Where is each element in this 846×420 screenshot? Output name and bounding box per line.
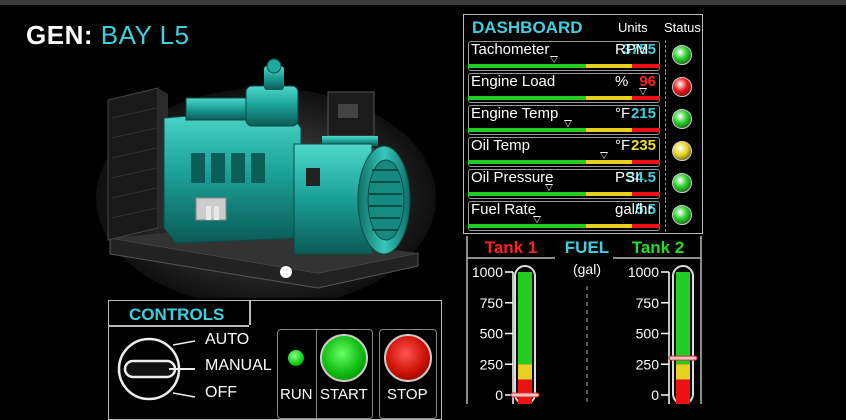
fuel-title: FUEL bbox=[565, 238, 609, 257]
row-range-bar bbox=[468, 64, 660, 68]
controls-panel: CONTROLS AUTO MANUAL OFF RUN START STOP bbox=[108, 300, 442, 420]
stop-group: STOP bbox=[379, 329, 437, 419]
tank1-band-green bbox=[518, 272, 532, 365]
row-name: Oil Pressure bbox=[471, 169, 554, 186]
row-separator bbox=[665, 104, 666, 136]
units-header: Units bbox=[618, 20, 648, 35]
tank1-tick-label: 1000 bbox=[472, 264, 503, 280]
run-start-group: RUN START bbox=[277, 329, 373, 419]
tank1-level-marker bbox=[510, 392, 540, 398]
row-range-bar bbox=[468, 96, 660, 100]
fuel-unit: (gal) bbox=[573, 261, 601, 277]
tank1-tick-label: 250 bbox=[480, 356, 504, 372]
tank2-level-marker bbox=[668, 355, 698, 361]
status-indicator-icon bbox=[672, 141, 692, 161]
row-pointer bbox=[639, 88, 647, 95]
row-name: Engine Temp bbox=[471, 105, 559, 122]
row-separator bbox=[665, 136, 666, 168]
row-range-bar bbox=[468, 192, 660, 196]
mode-selector-knob[interactable] bbox=[113, 329, 203, 409]
row-pointer bbox=[533, 216, 541, 223]
tank2-tick-label: 750 bbox=[636, 295, 660, 311]
start-button[interactable] bbox=[320, 334, 368, 382]
dashboard-row-fuel-rate: Fuel Rate 5.5 gal/hr bbox=[464, 200, 704, 232]
row-range-bar bbox=[468, 224, 660, 228]
status-indicator-icon bbox=[672, 205, 692, 225]
row-unit: gal/hr bbox=[615, 201, 653, 218]
gen-name: BAY L5 bbox=[100, 20, 190, 50]
generator-image bbox=[96, 58, 436, 298]
row-pointer bbox=[545, 184, 553, 191]
row-range-bar bbox=[468, 160, 660, 164]
dashboard-row-tachometer: Tachometer 3755 RPM bbox=[464, 40, 704, 72]
stop-label: STOP bbox=[387, 386, 428, 403]
row-name: Oil Temp bbox=[471, 137, 530, 154]
dashboard-row-engine-temp: Engine Temp 215 °F bbox=[464, 104, 704, 136]
run-indicator-led bbox=[288, 350, 304, 366]
row-unit: °F bbox=[615, 137, 631, 154]
gen-label: GEN: bbox=[26, 20, 93, 50]
row-pointer bbox=[564, 120, 572, 127]
tank2-band-yellow bbox=[676, 364, 690, 380]
fuel-panel: Tank 1 Tank 2 FUEL (gal) 1000 750 500 250 0 1000 7… bbox=[463, 234, 703, 414]
run-label: RUN bbox=[280, 386, 313, 403]
tank2-band-red bbox=[676, 379, 690, 404]
dashboard-row-oil-temp: Oil Temp 235 °F bbox=[464, 136, 704, 168]
tank1-tick-label: 0 bbox=[495, 387, 503, 403]
controls-title-underline bbox=[109, 325, 249, 327]
mode-auto-label[interactable]: AUTO bbox=[205, 331, 249, 349]
tank2-tick-label: 0 bbox=[651, 387, 659, 403]
status-indicator-icon bbox=[672, 173, 692, 193]
start-label: START bbox=[320, 386, 368, 403]
row-pointer bbox=[550, 56, 558, 63]
tank1-tick-label: 750 bbox=[480, 295, 504, 311]
page-title: GEN: BAY L5 bbox=[26, 20, 190, 51]
row-pointer bbox=[600, 152, 608, 159]
row-name: Fuel Rate bbox=[471, 201, 537, 218]
row-unit: % bbox=[615, 73, 629, 90]
tank2-tick-label: 250 bbox=[636, 356, 660, 372]
row-separator bbox=[665, 40, 666, 72]
status-header: Status bbox=[664, 20, 701, 35]
controls-title: CONTROLS bbox=[129, 305, 225, 324]
tank2-tick-label: 500 bbox=[636, 326, 660, 342]
status-indicator-icon bbox=[672, 109, 692, 129]
tank1-label: Tank 1 bbox=[485, 238, 538, 257]
top-bar bbox=[0, 0, 846, 5]
dashboard-panel: DASHBOARD Units Status Tachometer 3755 RPM… bbox=[463, 14, 703, 234]
tank2-band-green bbox=[676, 272, 690, 365]
mode-manual-label[interactable]: MANUAL bbox=[205, 357, 272, 375]
tank1-band-yellow bbox=[518, 364, 532, 380]
row-value: 235 bbox=[630, 137, 656, 154]
dashboard-row-engine-load: Engine Load 96% bbox=[464, 72, 704, 104]
row-unit: °F bbox=[615, 105, 631, 122]
tank2-tick-label: 1000 bbox=[628, 264, 659, 280]
row-separator bbox=[665, 200, 666, 232]
dashboard-row-oil-pressure: Oil Pressure 34.5 PSI bbox=[464, 168, 704, 200]
mode-off-label[interactable]: OFF bbox=[205, 384, 237, 402]
tank2-label: Tank 2 bbox=[632, 238, 685, 257]
stop-button[interactable] bbox=[384, 334, 432, 382]
row-range-bar bbox=[468, 128, 660, 132]
row-unit: PSI bbox=[615, 169, 640, 186]
run-start-divider bbox=[316, 330, 317, 418]
row-value: 215 bbox=[630, 105, 656, 122]
status-indicator-icon bbox=[672, 77, 692, 97]
status-indicator-icon bbox=[672, 45, 692, 65]
tank1-band-red bbox=[518, 379, 532, 404]
tank1-tick-label: 500 bbox=[480, 326, 504, 342]
row-separator bbox=[665, 168, 666, 200]
controls-title-divider bbox=[249, 301, 251, 325]
fuel-gauges: Tank 1 Tank 2 FUEL (gal) 1000 750 500 250 0 1000 7… bbox=[466, 236, 702, 404]
row-separator bbox=[665, 72, 666, 104]
row-unit: RPM bbox=[615, 41, 649, 58]
row-name: Tachometer bbox=[471, 41, 550, 58]
dashboard-title: DASHBOARD bbox=[472, 18, 583, 37]
row-name: Engine Load bbox=[471, 73, 556, 90]
